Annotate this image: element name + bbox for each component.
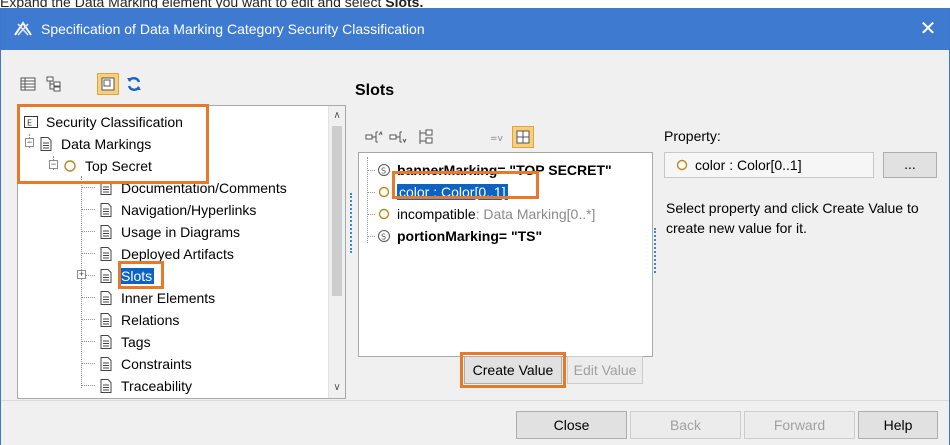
tree-item-top-secret[interactable]: Top Secret: [63, 156, 154, 176]
slot-icon: S: [378, 230, 390, 242]
slot-row-portion-marking[interactable]: S portionMarking = "TS": [377, 225, 542, 247]
window-title: Specification of Data Marking Category S…: [41, 21, 425, 37]
tree-scrollbar-thumb[interactable]: [332, 126, 342, 296]
property-label: Property:: [664, 128, 721, 144]
expand-all-button[interactable]: [363, 126, 385, 148]
grid-view-button[interactable]: [512, 126, 534, 148]
tree-view-button[interactable]: [43, 73, 65, 95]
edit-value-button[interactable]: Edit Value: [567, 356, 643, 384]
document-icon: [100, 379, 112, 393]
collapse-all-icon: [389, 131, 407, 144]
compact-view-button[interactable]: [97, 73, 119, 95]
property-value: color : Color[0..1]: [695, 157, 802, 173]
tree-item-constraints[interactable]: Constraints: [99, 354, 194, 374]
instance-icon: [64, 160, 76, 172]
tree-item-traceability[interactable]: Traceability: [99, 376, 194, 396]
document-icon: [100, 291, 112, 305]
tree-item-documentation-comments[interactable]: Documentation/Comments: [99, 178, 289, 198]
splitter-handle[interactable]: [350, 193, 352, 253]
help-button[interactable]: Help: [858, 411, 938, 439]
tree-item-relations[interactable]: Relations: [99, 310, 181, 330]
show-values-icon: =v: [490, 134, 504, 144]
tree-item-data-markings[interactable]: Data Markings: [39, 134, 153, 154]
document-icon: [100, 357, 112, 371]
slot-row-banner-marking[interactable]: S bannerMarking = "TOP SECRET": [377, 159, 612, 181]
refresh-button[interactable]: [123, 73, 145, 95]
table-view-icon: [20, 77, 36, 91]
slot-icon: S: [378, 164, 390, 176]
svg-text:S: S: [381, 167, 386, 176]
document-icon: [100, 181, 112, 195]
collapse-top-secret-toggle[interactable]: −: [49, 160, 58, 169]
property-field[interactable]: color : Color[0..1]: [664, 152, 874, 178]
forward-button[interactable]: Forward: [744, 411, 855, 439]
back-button[interactable]: Back: [630, 411, 741, 439]
slots-heading: Slots: [355, 82, 395, 99]
property-icon: [676, 159, 688, 171]
slots-splitter-handle[interactable]: [654, 228, 656, 273]
tree-item-slots[interactable]: Slots: [99, 266, 155, 286]
footer-separator: [1, 400, 949, 401]
document-icon: [100, 225, 112, 239]
title-bar: Specification of Data Marking Category S…: [1, 8, 949, 50]
svg-text:S: S: [381, 233, 386, 242]
tree-item-usage-in-diagrams[interactable]: Usage in Diagrams: [99, 222, 242, 242]
window-close-button[interactable]: ✕: [917, 18, 939, 40]
svg-text:=v: =v: [490, 134, 504, 144]
magicdraw-icon: [14, 21, 32, 36]
tree-view-icon: [46, 76, 61, 92]
svg-text:E: E: [27, 119, 32, 128]
create-value-button[interactable]: Create Value: [464, 356, 562, 384]
hierarchy-icon: [419, 129, 433, 144]
specification-window: Specification of Data Marking Category S…: [0, 8, 950, 445]
tree-item-tags[interactable]: Tags: [99, 332, 153, 352]
close-button[interactable]: Close: [516, 411, 627, 439]
collapse-all-button[interactable]: [387, 126, 409, 148]
scroll-up-arrow-icon[interactable]: ∧: [329, 110, 345, 121]
hierarchy-button[interactable]: [414, 126, 436, 148]
expand-slots-toggle[interactable]: +: [77, 270, 86, 279]
document-icon: [100, 247, 112, 261]
expand-all-icon: [365, 130, 383, 143]
property-icon: [378, 208, 390, 220]
scroll-down-arrow-icon[interactable]: ∨: [329, 382, 345, 393]
document-icon: [100, 313, 112, 327]
tree-scrollbar[interactable]: ∧ ∨: [328, 106, 345, 398]
slot-row-color[interactable]: color : Color[0..1]: [377, 181, 508, 203]
property-icon: [378, 186, 390, 198]
compact-view-icon: [101, 77, 115, 91]
property-browse-button[interactable]: ...: [883, 152, 937, 178]
slots-tree[interactable]: S bannerMarking = "TOP SECRET" color : C…: [358, 152, 653, 357]
navigation-tree[interactable]: − − + E Security Classification Data Mar…: [17, 105, 346, 399]
show-values-button[interactable]: =v: [486, 126, 508, 148]
table-view-button[interactable]: [17, 73, 39, 95]
refresh-icon: [127, 77, 141, 91]
document-icon: [100, 203, 112, 217]
tree-item-security-classification[interactable]: E Security Classification: [24, 112, 185, 132]
tree-item-inner-elements[interactable]: Inner Elements: [99, 288, 217, 308]
collapse-data-markings-toggle[interactable]: −: [25, 138, 34, 147]
property-hint: Select property and click Create Value t…: [666, 200, 919, 236]
tree-item-navigation-hyperlinks[interactable]: Navigation/Hyperlinks: [99, 200, 258, 220]
tree-item-deployed-artifacts[interactable]: Deployed Artifacts: [99, 244, 236, 264]
document-icon: [100, 269, 112, 283]
document-icon: [40, 137, 52, 151]
slot-row-incompatible[interactable]: incompatible : Data Marking[0..*]: [377, 203, 595, 225]
enumeration-icon: E: [24, 116, 38, 128]
document-icon: [100, 335, 112, 349]
grid-view-icon: [516, 130, 530, 144]
